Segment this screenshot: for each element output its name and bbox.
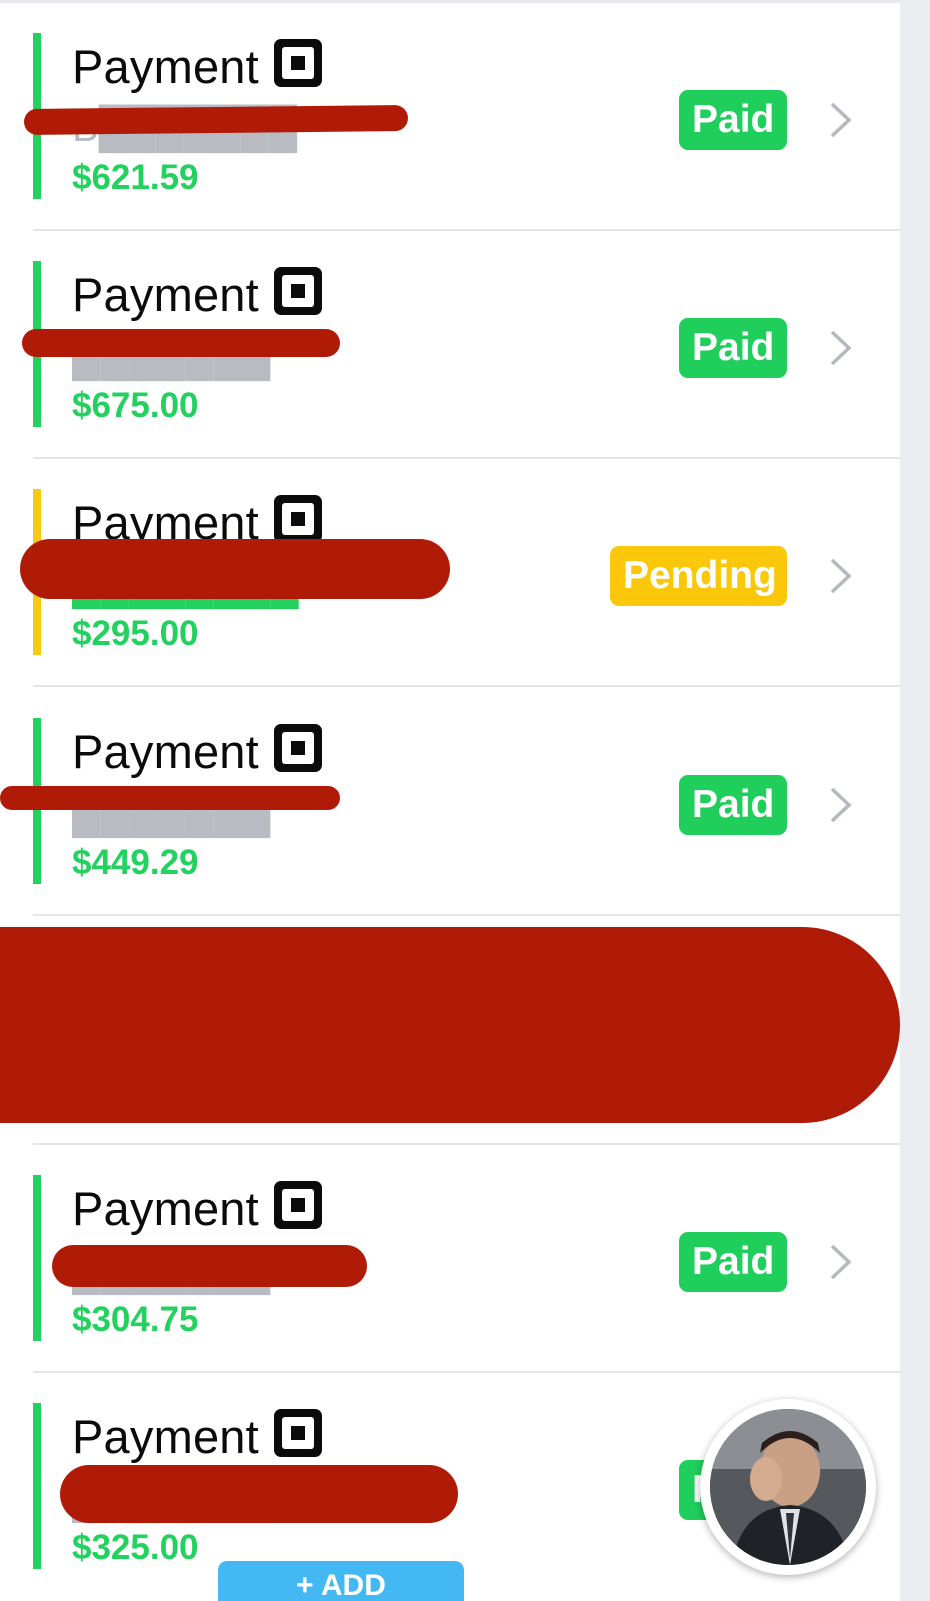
status-indicator <box>33 1175 41 1341</box>
chevron-right-icon[interactable] <box>822 101 860 139</box>
divider <box>33 914 900 916</box>
square-logo-icon <box>274 1181 322 1229</box>
payment-amount: $295.00 <box>72 614 199 653</box>
square-logo-icon <box>274 495 322 543</box>
status-badge: Paid <box>679 775 787 835</box>
avatar-photo <box>710 1409 866 1565</box>
list-item[interactable]: Payment ███████ $304.75 Paid <box>0 1145 900 1373</box>
list-item[interactable]: Payment ███████ $675.00 Paid <box>0 231 900 459</box>
redaction-mark <box>0 927 900 1123</box>
divider <box>33 685 900 687</box>
square-logo-icon <box>274 724 322 772</box>
square-logo-icon <box>274 267 322 315</box>
status-badge: Paid <box>679 90 787 150</box>
avatar <box>710 1409 866 1565</box>
list-item[interactable]: Payment ███████ $449.29 Paid <box>0 688 900 916</box>
payment-amount: $304.75 <box>72 1300 199 1339</box>
chevron-right-icon[interactable] <box>822 557 860 595</box>
payment-amount: $449.29 <box>72 843 199 882</box>
payment-amount: $675.00 <box>72 386 199 425</box>
redaction-mark <box>60 1465 458 1523</box>
chevron-right-icon[interactable] <box>822 786 860 824</box>
status-badge: Pending <box>610 546 787 606</box>
payment-title: Payment <box>72 725 259 778</box>
list-item[interactable]: Payment ████████d... $295.00 Pending <box>0 459 900 687</box>
payment-title: Payment <box>72 40 259 93</box>
redaction-mark <box>52 1245 367 1287</box>
redaction-mark <box>22 329 340 357</box>
redaction-mark <box>0 786 340 810</box>
list-item[interactable]: Payment B███████ $621.59 Paid <box>0 3 900 231</box>
redaction-mark <box>20 539 450 599</box>
payments-list: Payment B███████ $621.59 Paid Payment ██… <box>0 0 900 1601</box>
payment-title: Payment <box>72 268 259 321</box>
redaction-mark <box>23 104 409 136</box>
payment-amount: $325.00 <box>72 1528 199 1567</box>
add-button[interactable]: + ADD <box>218 1561 464 1601</box>
chevron-right-icon[interactable] <box>822 329 860 367</box>
list-item[interactable] <box>0 917 900 1145</box>
payment-amount: $621.59 <box>72 158 199 197</box>
payment-title: Payment <box>72 1410 259 1463</box>
payment-title: Payment <box>72 1182 259 1235</box>
square-logo-icon <box>274 1409 322 1457</box>
status-badge: Paid <box>679 1232 787 1292</box>
chevron-right-icon[interactable] <box>822 1243 860 1281</box>
status-badge: Paid <box>679 318 787 378</box>
square-logo-icon <box>274 39 322 87</box>
chat-avatar-button[interactable] <box>700 1399 876 1575</box>
status-indicator <box>33 1403 41 1569</box>
